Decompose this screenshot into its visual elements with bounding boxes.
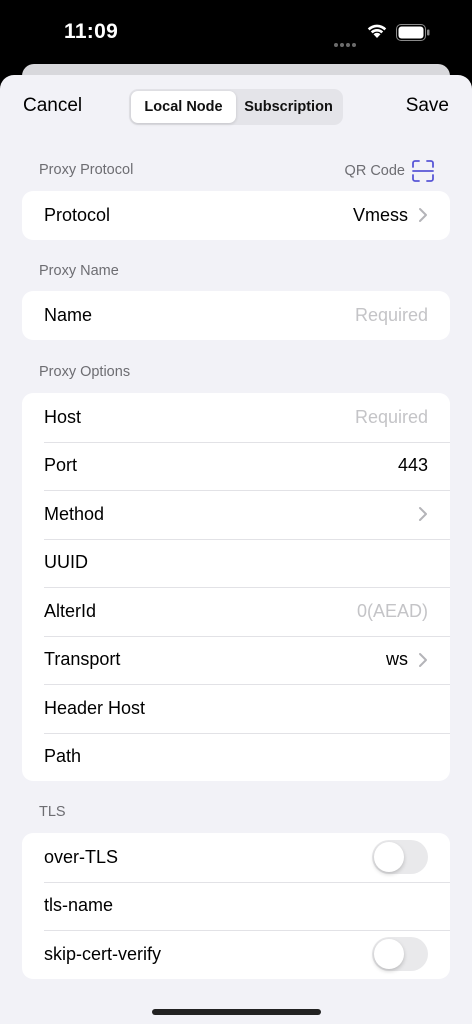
tls-name-row[interactable]: tls-name — [22, 881, 450, 931]
method-label: Method — [44, 503, 105, 524]
cellular-signal-icon — [334, 34, 358, 52]
cancel-button[interactable]: Cancel — [23, 95, 82, 117]
alterid-field[interactable]: 0(AEAD) — [357, 601, 428, 622]
name-row[interactable]: Name Required — [22, 291, 450, 340]
skip-cert-verify-label: skip-cert-verify — [44, 943, 162, 964]
segment-subscription[interactable]: Subscription — [236, 91, 341, 123]
skip-cert-verify-row: skip-cert-verify — [22, 930, 450, 979]
protocol-value: Vmess — [352, 204, 408, 225]
qr-code-button[interactable]: QR Code — [345, 160, 434, 182]
wifi-icon — [367, 24, 387, 38]
chevron-right-icon — [419, 507, 427, 522]
home-indicator[interactable] — [152, 1009, 321, 1015]
over-tls-label: over-TLS — [44, 846, 119, 867]
over-tls-row: over-TLS — [22, 833, 450, 882]
transport-row[interactable]: Transport ws — [22, 635, 450, 685]
transport-label: Transport — [44, 649, 121, 670]
host-row[interactable]: Host Required — [22, 393, 450, 442]
alterid-label: AlterId — [44, 600, 97, 621]
skip-cert-verify-toggle[interactable] — [372, 937, 428, 972]
proxy-options-group: Host Required Port 443 Method UUID Alter… — [22, 393, 450, 781]
header-host-row[interactable]: Header Host — [22, 684, 450, 733]
alterid-row[interactable]: AlterId 0(AEAD) — [22, 587, 450, 636]
qr-code-label: QR Code — [344, 163, 405, 179]
host-label: Host — [44, 406, 82, 427]
name-field[interactable]: Required — [355, 305, 428, 326]
save-button[interactable]: Save — [406, 95, 449, 117]
port-row[interactable]: Port 443 — [22, 441, 450, 491]
section-header-proxy-protocol: Proxy Protocol — [39, 162, 134, 178]
uuid-label: UUID — [44, 552, 88, 573]
toggle-knob — [374, 842, 404, 873]
tls-group: over-TLS tls-name skip-cert-verify — [22, 833, 450, 979]
segment-local-node[interactable]: Local Node — [131, 91, 236, 123]
over-tls-toggle[interactable] — [372, 840, 428, 875]
source-segmented-control: Local Node Subscription — [129, 89, 343, 125]
chevron-right-icon — [419, 652, 427, 667]
protocol-row[interactable]: Protocol Vmess — [22, 191, 450, 240]
method-row[interactable]: Method — [22, 490, 450, 539]
tls-name-label: tls-name — [44, 895, 114, 916]
path-label: Path — [44, 746, 82, 767]
status-time: 11:09 — [64, 20, 119, 43]
host-field[interactable]: Required — [355, 407, 428, 428]
edit-proxy-sheet: Cancel Local Node Subscription Save Prox… — [0, 75, 472, 1024]
section-header-proxy-name: Proxy Name — [39, 263, 119, 279]
port-field[interactable]: 443 — [398, 455, 428, 476]
protocol-label: Protocol — [44, 204, 111, 225]
proxy-name-group: Name Required — [22, 291, 450, 340]
port-label: Port — [44, 455, 78, 476]
uuid-row[interactable]: UUID — [22, 538, 450, 588]
header-host-label: Header Host — [44, 697, 146, 718]
proxy-protocol-group: Protocol Vmess — [22, 191, 450, 240]
battery-icon — [396, 24, 430, 41]
toggle-knob — [374, 939, 404, 970]
section-header-proxy-options: Proxy Options — [39, 364, 131, 380]
transport-value: ws — [386, 649, 408, 670]
status-bar: 11:09 — [0, 0, 472, 64]
qr-scan-icon — [412, 160, 434, 182]
section-header-tls: TLS — [39, 804, 66, 820]
path-row[interactable]: Path — [22, 732, 450, 782]
chevron-right-icon — [419, 208, 427, 223]
name-label: Name — [44, 304, 93, 325]
